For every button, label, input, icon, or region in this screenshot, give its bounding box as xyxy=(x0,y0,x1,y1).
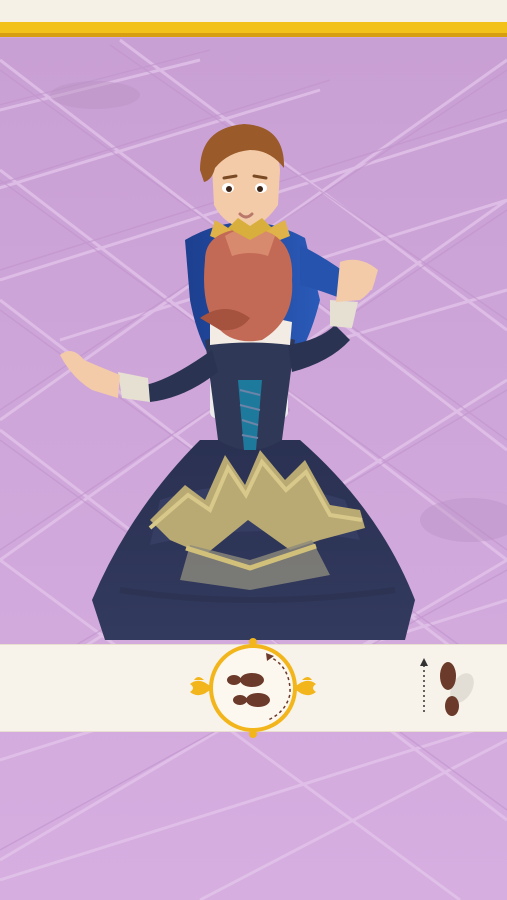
next-step-hint xyxy=(420,658,474,716)
dance-step-button[interactable] xyxy=(186,636,320,740)
step-forward-icon xyxy=(420,658,474,716)
left-flourish-icon xyxy=(190,677,212,696)
ballroom-wall xyxy=(0,0,507,22)
right-flourish-icon xyxy=(294,677,316,696)
ballroom-scene xyxy=(0,0,507,900)
